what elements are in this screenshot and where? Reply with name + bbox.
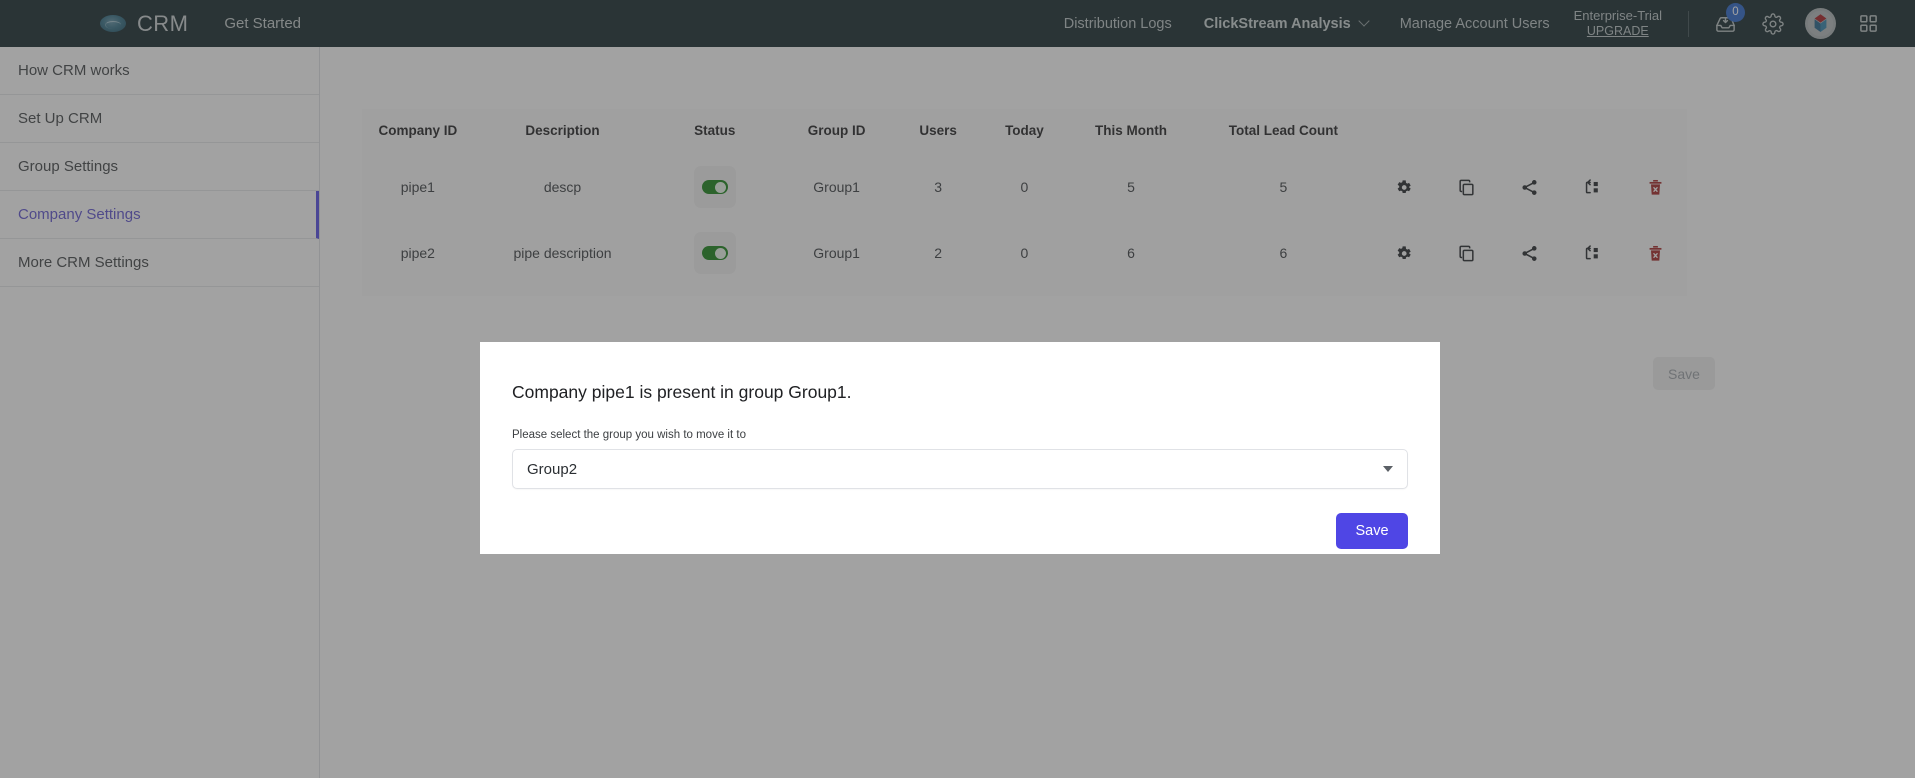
- dialog-save-button[interactable]: Save: [1336, 513, 1408, 549]
- group-select-value: Group2: [527, 460, 578, 478]
- chevron-down-icon: [1383, 466, 1393, 472]
- group-select[interactable]: Group2: [512, 449, 1408, 489]
- dialog-title: Company pipe1 is present in group Group1…: [512, 382, 852, 402]
- dialog-select-label: Please select the group you wish to move…: [512, 429, 746, 441]
- move-company-dialog: Company pipe1 is present in group Group1…: [480, 342, 1440, 554]
- dialog-actions: Save: [512, 513, 1408, 549]
